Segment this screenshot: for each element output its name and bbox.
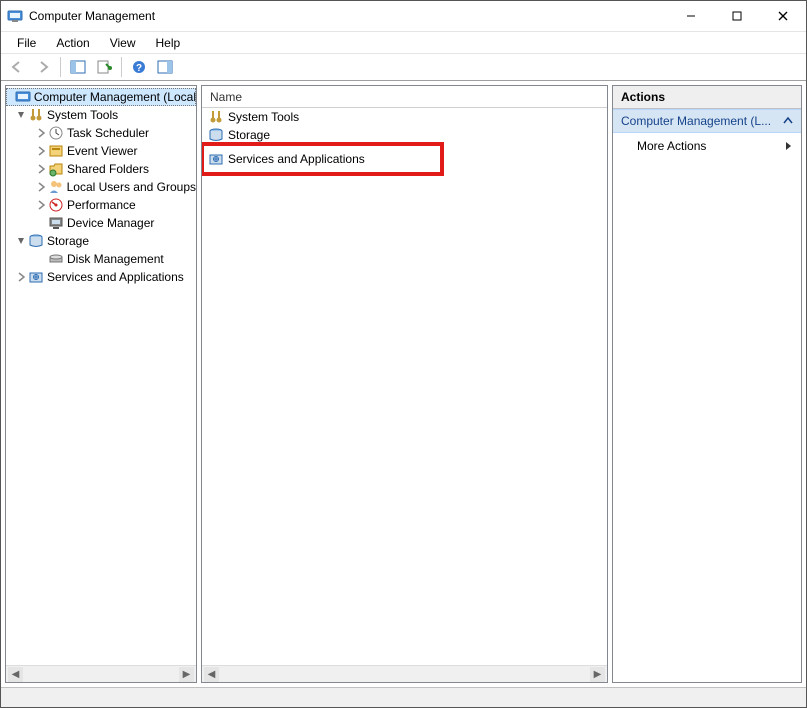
actions-pane: Actions Computer Management (L... More A…: [612, 85, 802, 683]
storage-icon: [208, 127, 224, 143]
tree-horizontal-scrollbar[interactable]: ◀ ▶: [6, 665, 196, 682]
list-item-label: System Tools: [228, 110, 299, 124]
system-tools-icon: [208, 109, 224, 125]
actions-item-label: More Actions: [637, 139, 706, 153]
forward-button[interactable]: [31, 55, 55, 79]
actions-group-label: Computer Management (L...: [621, 114, 771, 128]
expander-icon[interactable]: [34, 216, 48, 230]
tree-label: Local Users and Groups: [67, 180, 196, 194]
status-bar: [1, 687, 806, 707]
chevron-right-icon: [785, 141, 793, 151]
menu-file[interactable]: File: [7, 34, 46, 52]
tree-node-device-manager[interactable]: Device Manager: [6, 214, 196, 232]
services-apps-icon: [208, 151, 224, 167]
shared-folders-icon: [48, 161, 64, 177]
scroll-left-icon[interactable]: ◀: [8, 667, 23, 682]
navigation-tree[interactable]: Computer Management (Local System Tools: [6, 86, 196, 665]
tree-label: Disk Management: [67, 252, 164, 266]
title-bar: Computer Management: [1, 1, 806, 31]
list-item-services-apps[interactable]: Services and Applications: [202, 144, 442, 174]
list-pane: Name System Tools Storage Services and A…: [201, 85, 608, 683]
close-button[interactable]: [760, 1, 806, 31]
actions-group-header[interactable]: Computer Management (L...: [613, 109, 801, 133]
expand-icon[interactable]: [14, 270, 28, 284]
scroll-left-icon[interactable]: ◀: [204, 667, 219, 682]
tree-node-shared-folders[interactable]: Shared Folders: [6, 160, 196, 178]
storage-icon: [28, 233, 44, 249]
tree-label: Event Viewer: [67, 144, 137, 158]
tree-node-performance[interactable]: Performance: [6, 196, 196, 214]
expand-icon[interactable]: [34, 126, 48, 140]
app-icon: [7, 8, 23, 24]
tree-label: Services and Applications: [47, 270, 184, 284]
tree-node-root[interactable]: Computer Management (Local: [6, 88, 196, 106]
tree-node-local-users[interactable]: Local Users and Groups: [6, 178, 196, 196]
tree-node-task-scheduler[interactable]: Task Scheduler: [6, 124, 196, 142]
actions-more-actions[interactable]: More Actions: [613, 133, 801, 159]
tree-node-storage[interactable]: Storage: [6, 232, 196, 250]
expand-icon[interactable]: [34, 180, 48, 194]
tree-pane: Computer Management (Local System Tools: [5, 85, 197, 683]
minimize-button[interactable]: [668, 1, 714, 31]
menu-bar: File Action View Help: [1, 31, 806, 53]
toolbar: ?: [1, 53, 806, 81]
tree-node-services-apps[interactable]: Services and Applications: [6, 268, 196, 286]
tree-label: Device Manager: [67, 216, 154, 230]
show-hide-action-pane-button[interactable]: [153, 55, 177, 79]
expander-icon[interactable]: [8, 90, 15, 104]
collapse-up-icon[interactable]: [783, 116, 793, 126]
tree-label: Performance: [67, 198, 136, 212]
list-item-system-tools[interactable]: System Tools: [202, 108, 607, 126]
toolbar-separator: [121, 57, 122, 77]
event-viewer-icon: [48, 143, 64, 159]
menu-action[interactable]: Action: [46, 34, 99, 52]
maximize-button[interactable]: [714, 1, 760, 31]
menu-help[interactable]: Help: [146, 34, 191, 52]
users-icon: [48, 179, 64, 195]
expand-icon[interactable]: [34, 198, 48, 212]
collapse-icon[interactable]: [14, 108, 28, 122]
tree-node-system-tools[interactable]: System Tools: [6, 106, 196, 124]
clock-icon: [48, 125, 64, 141]
expand-icon[interactable]: [34, 144, 48, 158]
computer-management-icon: [15, 89, 31, 105]
tree-label: Computer Management (Local: [34, 90, 196, 104]
properties-button[interactable]: [92, 55, 116, 79]
expand-icon[interactable]: [34, 162, 48, 176]
tree-label: Storage: [47, 234, 89, 248]
show-hide-tree-button[interactable]: [66, 55, 90, 79]
performance-icon: [48, 197, 64, 213]
window-title: Computer Management: [29, 9, 155, 23]
svg-text:?: ?: [136, 63, 142, 74]
list-item-label: Storage: [228, 128, 270, 142]
tree-node-event-viewer[interactable]: Event Viewer: [6, 142, 196, 160]
scroll-right-icon[interactable]: ▶: [179, 667, 194, 682]
services-apps-icon: [28, 269, 44, 285]
back-button[interactable]: [5, 55, 29, 79]
disk-management-icon: [48, 251, 64, 267]
expander-icon[interactable]: [34, 252, 48, 266]
device-manager-icon: [48, 215, 64, 231]
actions-header: Actions: [613, 86, 801, 109]
scroll-right-icon[interactable]: ▶: [590, 667, 605, 682]
system-tools-icon: [28, 107, 44, 123]
menu-view[interactable]: View: [100, 34, 146, 52]
help-button[interactable]: ?: [127, 55, 151, 79]
work-area: Computer Management (Local System Tools: [1, 81, 806, 687]
list-item-storage[interactable]: Storage: [202, 126, 607, 144]
collapse-icon[interactable]: [14, 234, 28, 248]
toolbar-separator: [60, 57, 61, 77]
tree-node-disk-management[interactable]: Disk Management: [6, 250, 196, 268]
tree-label: System Tools: [47, 108, 118, 122]
list-horizontal-scrollbar[interactable]: ◀ ▶: [202, 665, 607, 682]
tree-label: Shared Folders: [67, 162, 149, 176]
list-body[interactable]: System Tools Storage Services and Applic…: [202, 108, 607, 665]
tree-label: Task Scheduler: [67, 126, 149, 140]
list-column-header[interactable]: Name: [202, 86, 607, 108]
list-item-label: Services and Applications: [228, 152, 365, 166]
column-name: Name: [210, 90, 242, 104]
